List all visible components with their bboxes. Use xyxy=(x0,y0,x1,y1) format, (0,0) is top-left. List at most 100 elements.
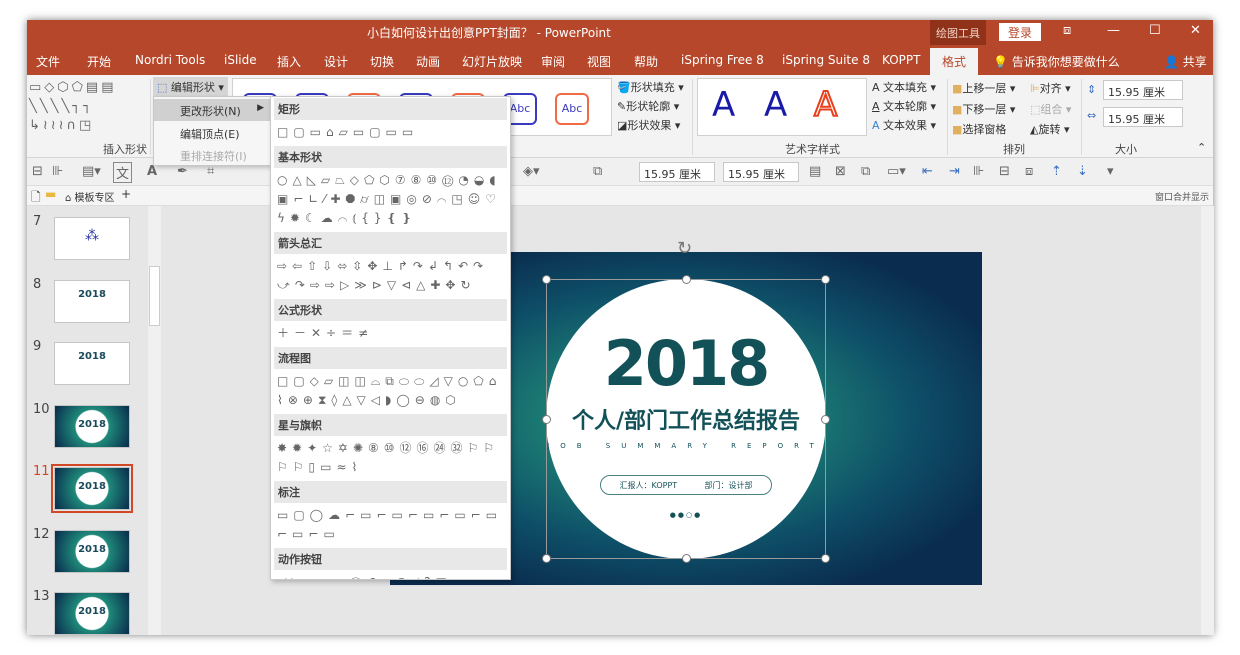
group-button[interactable]: ⬚组合 ▾ xyxy=(1030,101,1071,117)
style-abc-orange[interactable]: Abc xyxy=(555,93,589,125)
textbox-icon[interactable]: ▤▾ xyxy=(82,164,101,179)
wordart-style-1[interactable]: A xyxy=(712,85,735,125)
send-backward-button[interactable]: ■下移一层 ▾ xyxy=(952,101,1015,117)
menu-change-shape[interactable]: 更改形状(N) ▶ xyxy=(154,99,270,121)
select-icon[interactable]: ⧉ xyxy=(861,164,870,179)
slide-thumbnail[interactable]: 2018 xyxy=(51,464,133,513)
tab-slideshow[interactable]: 幻灯片放映 xyxy=(462,53,522,70)
slide-thumbnail[interactable]: 2018 xyxy=(54,592,130,635)
align-button[interactable]: ⊫对齐 ▾ xyxy=(1030,80,1071,96)
edit-shape-button[interactable]: ⬚ 编辑形状 ▾ xyxy=(153,77,228,97)
shape-options-grid[interactable]: ▭▢◯☁⌐▭⌐▭⌐▭⌐▭⌐▭⌐▭⌐▭ xyxy=(274,505,507,547)
align-top-icon[interactable]: ⇡ xyxy=(1051,164,1062,179)
wordart-style-3[interactable]: A xyxy=(813,84,838,126)
tab-view[interactable]: 视图 xyxy=(587,53,611,70)
shape-width-input[interactable]: 15.95 厘米 xyxy=(1103,107,1183,127)
delete-icon[interactable]: ⊠ xyxy=(835,164,846,179)
add-tab-button[interactable]: + xyxy=(121,187,131,201)
tab-review[interactable]: 审阅 xyxy=(541,53,565,70)
shape-options-grid[interactable]: □▢◇▱◫◫⌓⧉⬭⬭◿▽○⬠⌂⌇⊗⊕⧗◊△▽◁◗◯⊖◍⬡ xyxy=(274,371,507,413)
shape-options-grid[interactable]: □▢▭⌂▱▭▢▭▭ xyxy=(274,122,507,145)
text-fill-button[interactable]: A 文本填充 ▾ xyxy=(872,79,936,95)
shape-options-grid[interactable]: ＋－✕÷＝≠ xyxy=(274,323,507,346)
slide-number: 13 xyxy=(33,589,50,604)
selection-pane-button[interactable]: ■选择窗格 xyxy=(952,121,1006,137)
text-effect-button[interactable]: A 文本效果 ▾ xyxy=(872,117,936,133)
slide-thumbnail[interactable]: 2018 xyxy=(54,342,130,385)
share-button[interactable]: 👤 共享 xyxy=(1164,53,1207,70)
center-v-icon[interactable]: ⊟ xyxy=(999,164,1010,179)
shape-options-grid[interactable]: ⇨⇦⇧⇩⬄⇳✥⊥↱↷↲↰↶↷⤻↷⇨⇨▷≫⊳▽⊲△✚✥↻ xyxy=(274,256,507,298)
document-tabbar: 🗋 ▬ ⌂ 模板专区 + 窗口合并显示 xyxy=(27,186,1213,206)
shape-height-input[interactable]: 15.95 厘米 xyxy=(1103,80,1183,100)
tab-format[interactable]: 格式 xyxy=(930,48,979,75)
shape-options-grid[interactable]: ○△◺▱⏢◇⬠⬡⑦⑧⑩⑫◔◒◖▣⌐∟⁄✚⯃⌭◫▣◎⊘⌒◳☺♡ϟ✹☾☁⌒⦅{}❴❵ xyxy=(274,170,507,231)
insert-shapes-gallery[interactable]: ▭◇⬡⬠▤▤ ╲╲╲╲┐┐ ↳≀≀≀∩◳ xyxy=(29,78,147,136)
thumbnail-year: 2018 xyxy=(78,418,106,430)
shape-options-grid[interactable]: ◁▷⏮⏭⌂ⓘ↶▭▯◁?□ xyxy=(274,572,507,579)
tab-help[interactable]: 帮助 xyxy=(634,53,658,70)
rotate-button[interactable]: ◭旋转 ▾ xyxy=(1030,121,1070,137)
shape-icon[interactable]: ◈▾ xyxy=(523,164,540,179)
bring-forward-button[interactable]: ■上移一层 ▾ xyxy=(952,80,1015,96)
wordart-gallery[interactable]: A A A xyxy=(697,78,867,136)
minimize-button[interactable]: — xyxy=(1107,23,1120,38)
align-left-icon[interactable]: ⇤ xyxy=(922,164,933,179)
qa-width-input[interactable]: 15.95 厘米 xyxy=(723,162,799,182)
shape-effect-button[interactable]: ◪形状效果 ▾ xyxy=(617,117,680,133)
crop-icon[interactable]: ⌗ xyxy=(207,164,214,179)
tab-koppt[interactable]: KOPPT xyxy=(882,53,920,67)
text-direction-button[interactable]: 文 xyxy=(113,162,133,183)
menu-edit-points[interactable]: 编辑顶点(E) xyxy=(154,122,270,144)
shape-category-header: 矩形 xyxy=(274,98,507,120)
shape-outline-button[interactable]: ✎形状轮廓 ▾ xyxy=(617,98,679,114)
align-center-icon[interactable]: ⊟ xyxy=(32,164,43,179)
change-shape-label: 更改形状(N) xyxy=(180,105,241,118)
maximize-button[interactable]: ☐ xyxy=(1149,23,1161,38)
close-button[interactable]: ✕ xyxy=(1190,23,1201,38)
tell-me-search[interactable]: 💡 告诉我你想要做什么 xyxy=(993,53,1120,70)
layer-icon[interactable]: ⧉ xyxy=(593,164,602,179)
canvas-scrollbar[interactable] xyxy=(1201,206,1214,635)
text-outline-button[interactable]: A 文本轮廓 ▾ xyxy=(872,98,936,114)
shape-options-grid[interactable]: ✸✹✦☆✡✺⑧⑩⑫⑯㉔㉜⚐⚐⚐⚐▯▭≈⌇ xyxy=(274,438,507,480)
qa-height-input[interactable]: 15.95 厘米 xyxy=(639,162,715,182)
tab-file[interactable]: 文件 xyxy=(36,53,60,70)
tab-transitions[interactable]: 切换 xyxy=(370,53,394,70)
align-right-icon[interactable]: ⇥ xyxy=(949,164,960,179)
login-button[interactable]: 登录 xyxy=(999,23,1041,41)
wordart-label: 艺术字样式 xyxy=(785,143,840,156)
image-icon[interactable]: ⧈ xyxy=(1025,164,1033,179)
merge-windows-button[interactable]: 窗口合并显示 xyxy=(1155,190,1209,203)
rotate-handle-icon[interactable]: ↻ xyxy=(677,238,692,259)
font-color-button[interactable]: A xyxy=(147,164,157,179)
tab-home[interactable]: 开始 xyxy=(87,53,111,70)
tab-insert[interactable]: 插入 xyxy=(277,53,301,70)
tab-islide[interactable]: iSlide xyxy=(224,53,257,67)
eyedropper-icon[interactable]: ✒ xyxy=(177,164,188,179)
align-bottom-icon[interactable]: ⇣ xyxy=(1077,164,1088,179)
customize-icon[interactable]: ▾ xyxy=(1107,164,1114,179)
thumbs-scrollbar[interactable] xyxy=(148,206,161,635)
slide-thumbnail[interactable]: 2018 xyxy=(54,279,130,323)
selection-box[interactable]: ↻ xyxy=(542,238,830,563)
slide-thumbnail[interactable]: ⁂ xyxy=(54,217,130,260)
ribbon-display-icon[interactable]: ⧈ xyxy=(1063,23,1071,38)
collapse-ribbon-icon[interactable]: ⌃ xyxy=(1197,141,1206,154)
tab-ispring-free[interactable]: iSpring Free 8 xyxy=(681,53,764,67)
shape-fill-button[interactable]: 🪣形状填充 ▾ xyxy=(617,79,684,95)
tab-design[interactable]: 设计 xyxy=(324,53,348,70)
slide-thumbnail[interactable]: 2018 xyxy=(54,404,130,448)
tab-ispring-suite[interactable]: iSpring Suite 8 xyxy=(782,53,870,67)
tab-animations[interactable]: 动画 xyxy=(416,53,440,70)
submenu-arrow-icon: ▶ xyxy=(257,103,264,113)
template-tab[interactable]: ⌂ 模板专区 xyxy=(65,189,115,204)
text-icon[interactable]: ▤ xyxy=(809,164,821,179)
distribute-icon[interactable]: ⊪ xyxy=(52,164,63,179)
tab-nordri[interactable]: Nordri Tools xyxy=(135,53,205,67)
slide-thumbnail[interactable]: 2018 xyxy=(54,529,130,573)
frame-icon[interactable]: ▭▾ xyxy=(887,164,906,179)
wordart-style-2[interactable]: A xyxy=(764,85,787,125)
folder-icon[interactable]: ▬ xyxy=(45,187,56,201)
center-h-icon[interactable]: ⊪ xyxy=(973,164,984,179)
